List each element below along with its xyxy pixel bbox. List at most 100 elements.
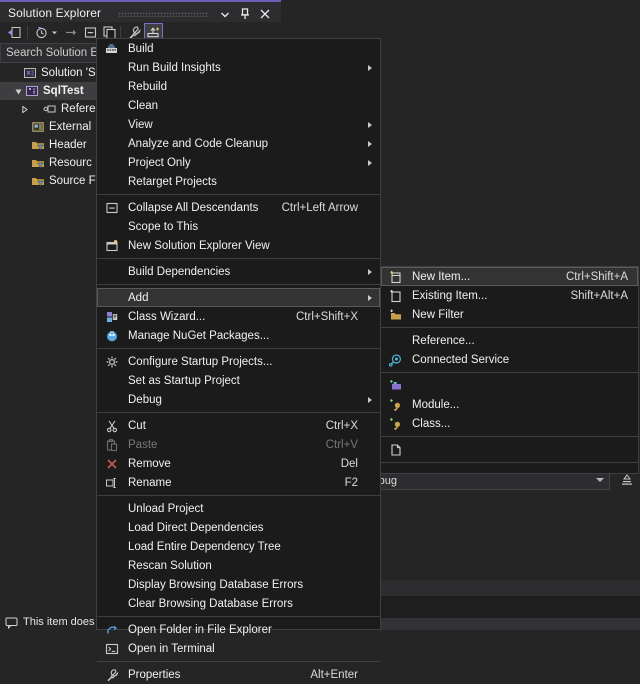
submenu-arrow-icon	[368, 294, 372, 301]
menu-item-new-solution-explorer-view[interactable]: New Solution Explorer View	[97, 236, 380, 255]
menu-item-label: Project Only	[128, 156, 191, 169]
menu-item-manage-nuget-packages[interactable]: Manage NuGet Packages...	[97, 326, 380, 345]
menu-item-set-as-startup-project[interactable]: Set as Startup Project	[97, 371, 380, 390]
menu-item-display-browsing-database-errors[interactable]: Display Browsing Database Errors	[97, 575, 380, 594]
menu-item-clear-browsing-database-errors[interactable]: Clear Browsing Database Errors	[97, 594, 380, 613]
menu-item-scope-to-this[interactable]: Scope to This	[97, 217, 380, 236]
menu-item-configure-startup-projects[interactable]: Configure Startup Projects...	[97, 352, 380, 371]
existing-item-icon	[387, 287, 404, 304]
menu-item-unload-project[interactable]: Unload Project	[97, 499, 380, 518]
properties-wrench-icon	[103, 666, 120, 683]
submenu-item-shortcut: Shift+Alt+A	[570, 289, 628, 302]
submenu-item-new-editorconfig-intellicode[interactable]	[381, 466, 638, 485]
submenu-item-label: New Item...	[412, 270, 471, 283]
menu-item-label: Debug	[128, 393, 162, 406]
submenu-item-class[interactable]: Module...	[381, 395, 638, 414]
submenu-item-new-item[interactable]: New Item... Ctrl+Shift+A	[381, 267, 638, 286]
submenu-item-shortcut: Ctrl+Shift+A	[566, 270, 628, 283]
menu-item-label: Configure Startup Projects...	[128, 355, 273, 368]
menu-item-remove[interactable]: Remove Del	[97, 454, 380, 473]
tree-expander-expanded[interactable]	[12, 82, 24, 100]
new-item-icon	[387, 268, 404, 285]
menu-item-load-entire-dependency-tree[interactable]: Load Entire Dependency Tree	[97, 537, 380, 556]
menu-item-shortcut: Ctrl+Shift+X	[296, 310, 358, 323]
menu-item-label: Clear Browsing Database Errors	[128, 597, 293, 610]
menu-separator	[97, 412, 380, 413]
menu-item-analyze-and-code-cleanup[interactable]: Analyze and Code Cleanup	[97, 134, 380, 153]
submenu-arrow-icon	[368, 396, 372, 403]
menu-item-class-wizard[interactable]: Class Wizard... Ctrl+Shift+X	[97, 307, 380, 326]
submenu-separator	[381, 327, 638, 328]
menu-item-label: Remove	[128, 457, 171, 470]
menu-item-shortcut: F2	[344, 476, 358, 489]
menu-item-label: Rebuild	[128, 80, 167, 93]
paste-icon	[103, 436, 120, 453]
menu-item-rebuild[interactable]: Rebuild	[97, 77, 380, 96]
sync-with-active-document-icon[interactable]	[62, 23, 81, 42]
menu-item-project-only[interactable]: Project Only	[97, 153, 380, 172]
editorconfig-icon	[387, 441, 404, 458]
menu-item-label: Paste	[128, 438, 158, 451]
menu-item-collapse-all-descendants[interactable]: Collapse All Descendants Ctrl+Left Arrow	[97, 198, 380, 217]
submenu-item-label: Class...	[412, 417, 451, 430]
pin-icon[interactable]	[238, 7, 254, 21]
close-icon[interactable]	[258, 7, 274, 21]
tree-item-label: External	[49, 121, 92, 133]
cut-icon	[103, 417, 120, 434]
tree-expander-collapsed[interactable]	[18, 100, 30, 118]
submenu-item-label: Reference...	[412, 334, 475, 347]
menu-item-retarget-projects[interactable]: Retarget Projects	[97, 172, 380, 191]
terminal-icon	[103, 640, 120, 657]
menu-item-clean[interactable]: Clean	[97, 96, 380, 115]
menu-item-build-dependencies[interactable]: Build Dependencies	[97, 262, 380, 281]
menu-item-add[interactable]: Add	[97, 288, 380, 307]
menu-item-view[interactable]: View	[97, 115, 380, 134]
rename-icon	[103, 474, 120, 491]
menu-separator	[97, 258, 380, 259]
collapse-icon	[103, 199, 120, 216]
connected-service-icon	[387, 351, 404, 368]
menu-item-shortcut: Alt+Enter	[310, 668, 358, 681]
menu-item-rescan-solution[interactable]: Rescan Solution	[97, 556, 380, 575]
menu-item-label: Run Build Insights	[128, 61, 221, 74]
menu-item-open-in-terminal[interactable]: Open in Terminal	[97, 639, 380, 658]
menu-item-properties[interactable]: Properties Alt+Enter	[97, 665, 380, 684]
panel-title-bar[interactable]: Solution Explorer	[0, 2, 281, 22]
submenu-item-label: Connected Service	[412, 353, 510, 366]
menu-item-load-direct-dependencies[interactable]: Load Direct Dependencies	[97, 518, 380, 537]
submenu-separator	[381, 372, 638, 373]
submenu-item-new-editorconfig[interactable]	[381, 440, 638, 459]
project-icon	[24, 83, 40, 99]
submenu-item-module[interactable]	[381, 376, 638, 395]
submenu-item-connected-service[interactable]: Connected Service	[381, 350, 638, 369]
menu-item-label: Scope to This	[128, 220, 199, 233]
submenu-arrow-icon	[368, 159, 372, 166]
menu-item-label: Display Browsing Database Errors	[128, 578, 304, 591]
menu-item-label: Add	[128, 291, 149, 304]
menu-item-rename[interactable]: Rename F2	[97, 473, 380, 492]
submenu-item-resource[interactable]: Class...	[381, 414, 638, 433]
menu-separator	[97, 348, 380, 349]
menu-item-debug[interactable]: Debug	[97, 390, 380, 409]
menu-item-cut[interactable]: Cut Ctrl+X	[97, 416, 380, 435]
dropdown-arrow-icon[interactable]	[49, 23, 60, 42]
tree-item-label: Source F	[49, 175, 96, 187]
back-to-code-icon[interactable]	[5, 23, 24, 42]
filter-folder-icon	[30, 173, 46, 189]
menu-item-label: Open in Terminal	[128, 642, 215, 655]
menu-separator	[97, 284, 380, 285]
solution-icon	[22, 65, 38, 81]
info-balloon-icon	[5, 616, 18, 629]
menu-item-label: Load Entire Dependency Tree	[128, 540, 281, 553]
new-window-icon	[103, 237, 120, 254]
submenu-item-existing-item[interactable]: Existing Item... Shift+Alt+A	[381, 286, 638, 305]
submenu-item-new-filter[interactable]: New Filter	[381, 305, 638, 324]
menu-item-label: Unload Project	[128, 502, 204, 515]
menu-item-build[interactable]: Build	[97, 39, 380, 58]
tree-expander-placeholder	[10, 64, 22, 82]
menu-item-run-build-insights[interactable]: Run Build Insights	[97, 58, 380, 77]
references-icon	[42, 101, 58, 117]
menu-item-paste: Paste Ctrl+V	[97, 435, 380, 454]
submenu-item-reference[interactable]: Reference...	[381, 331, 638, 350]
chevron-down-icon[interactable]	[218, 7, 234, 21]
